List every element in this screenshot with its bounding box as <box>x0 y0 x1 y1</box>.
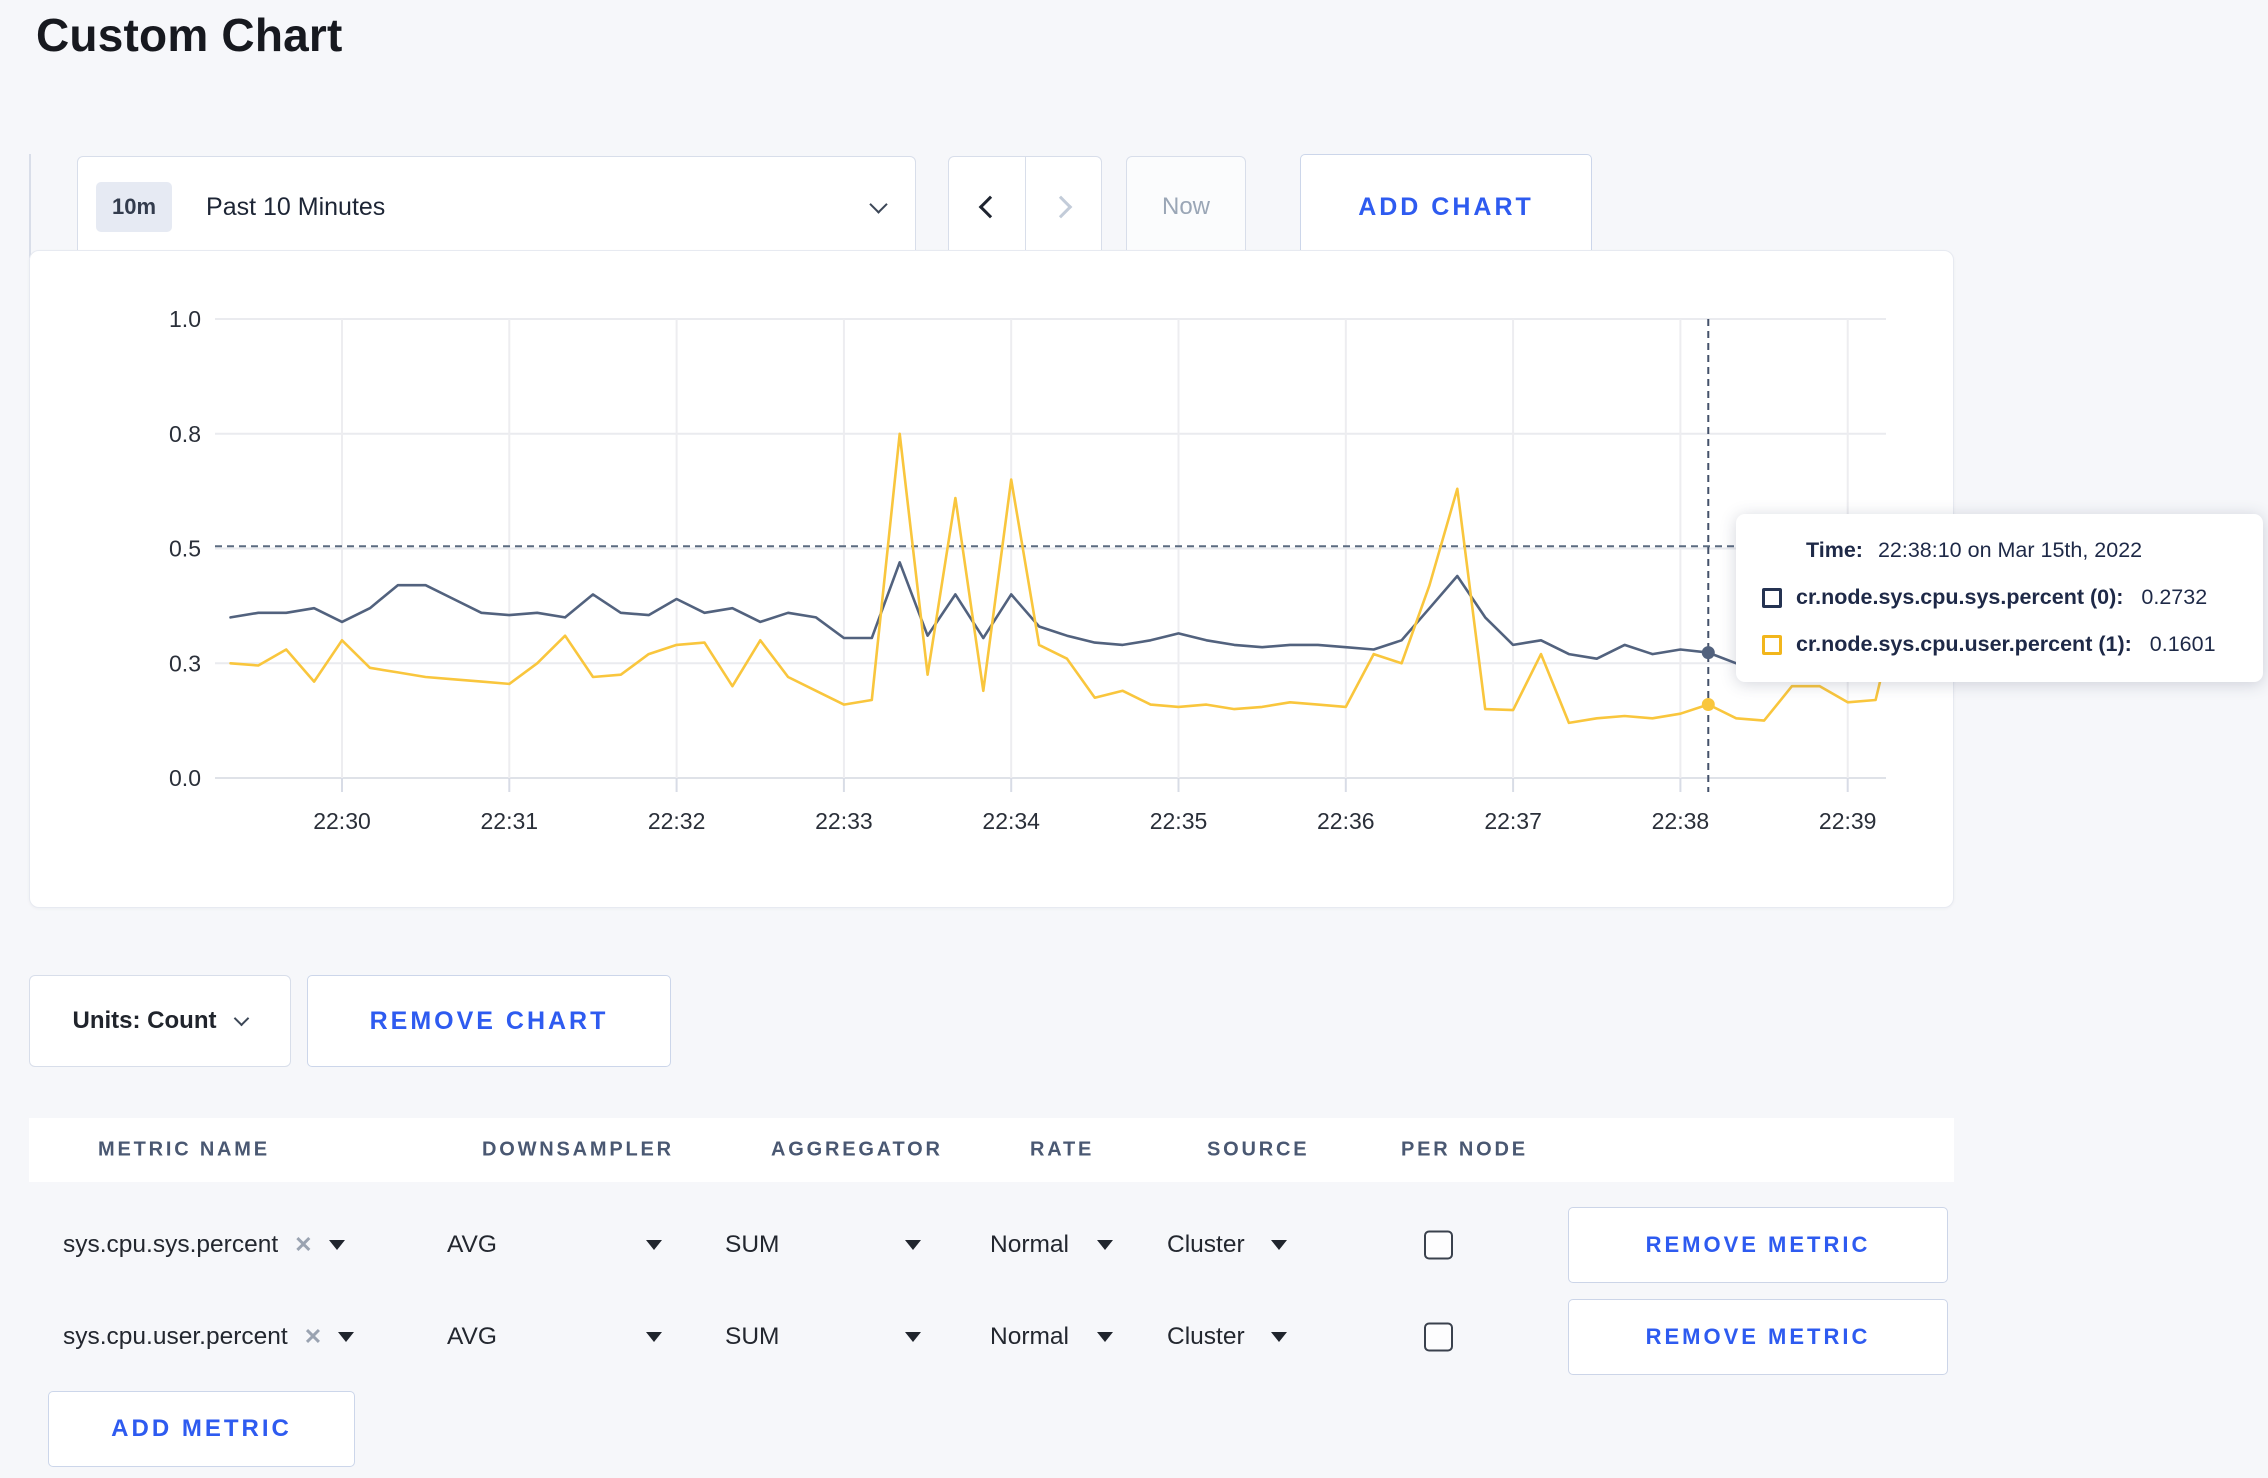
tooltip-series-user-name: cr.node.sys.cpu.user.percent (1): <box>1796 632 2132 656</box>
source-value: Cluster <box>1167 1323 1245 1350</box>
add-metric-label: ADD METRIC <box>111 1415 292 1442</box>
svg-text:0.0: 0.0 <box>169 765 201 791</box>
tooltip-series-sys-value: 0.2732 <box>2141 585 2208 609</box>
remove-metric-button[interactable]: REMOVE METRIC <box>1568 1207 1948 1283</box>
caret-down-icon <box>1271 1240 1287 1250</box>
toolbar-divider <box>29 154 31 258</box>
metric-name-value: sys.cpu.sys.percent <box>63 1231 279 1258</box>
tooltip-series-sys-name: cr.node.sys.cpu.sys.percent (0): <box>1796 585 2124 609</box>
caret-down-icon <box>646 1332 662 1342</box>
aggregator-value: SUM <box>725 1323 780 1350</box>
chevron-left-icon <box>978 195 1002 219</box>
aggregator-select[interactable]: SUM <box>725 1231 921 1259</box>
chevron-right-icon <box>1049 195 1072 219</box>
caret-down-icon <box>1271 1332 1287 1342</box>
table-row: sys.cpu.user.percent ✕ AVG SUM Normal Cl… <box>29 1291 1954 1383</box>
rate-value: Normal <box>990 1323 1069 1350</box>
page-title: Custom Chart <box>36 9 343 61</box>
svg-text:22:30: 22:30 <box>313 808 371 834</box>
rate-select[interactable]: Normal <box>990 1231 1113 1259</box>
chevron-down-icon <box>869 194 888 214</box>
svg-text:22:38: 22:38 <box>1652 808 1710 834</box>
col-header-downsampler: DOWNSAMPLER <box>482 1138 674 1161</box>
tooltip-time-label: Time: <box>1806 538 1863 562</box>
aggregator-value: SUM <box>725 1231 780 1258</box>
units-select[interactable]: Units: Count <box>29 975 291 1067</box>
col-header-aggregator: AGGREGATOR <box>771 1138 943 1161</box>
per-node-cell <box>1424 1230 1453 1260</box>
remove-chart-button[interactable]: REMOVE CHART <box>307 975 671 1067</box>
chart-card: 0.0 0.3 0.5 0.8 1.0 22:30 22:31 22:32 22:33 22:34… <box>29 250 1954 908</box>
svg-text:22:35: 22:35 <box>1150 808 1208 834</box>
downsampler-value: AVG <box>447 1231 497 1258</box>
source-value: Cluster <box>1167 1231 1245 1258</box>
per-node-cell <box>1424 1322 1453 1352</box>
series-user-swatch-icon <box>1762 634 1782 655</box>
svg-text:0.8: 0.8 <box>169 421 201 447</box>
clear-metric-icon[interactable]: ✕ <box>304 1324 322 1350</box>
tooltip-time-value: 22:38:10 on Mar 15th, 2022 <box>1877 538 2143 562</box>
rate-value: Normal <box>990 1231 1069 1258</box>
per-node-checkbox[interactable] <box>1424 1322 1453 1352</box>
metrics-table-header: METRIC NAME DOWNSAMPLER AGGREGATOR RATE … <box>29 1118 1954 1182</box>
svg-text:1.0: 1.0 <box>169 306 201 332</box>
time-step-forward-button[interactable] <box>1025 157 1101 257</box>
svg-text:22:33: 22:33 <box>815 808 873 834</box>
svg-text:22:34: 22:34 <box>982 808 1040 834</box>
source-select[interactable]: Cluster <box>1167 1231 1287 1259</box>
add-chart-button[interactable]: ADD CHART <box>1300 154 1592 260</box>
col-header-source: SOURCE <box>1207 1138 1310 1161</box>
per-node-checkbox[interactable] <box>1424 1230 1453 1260</box>
metric-name-dropdown-caret-icon[interactable] <box>338 1332 355 1342</box>
svg-text:22:36: 22:36 <box>1317 808 1375 834</box>
remove-metric-button[interactable]: REMOVE METRIC <box>1568 1299 1948 1375</box>
caret-down-icon <box>1097 1240 1113 1250</box>
col-header-metric-name: METRIC NAME <box>98 1138 270 1161</box>
add-metric-button[interactable]: ADD METRIC <box>48 1391 355 1467</box>
time-step-button-group <box>948 156 1102 258</box>
downsampler-value: AVG <box>447 1323 497 1350</box>
downsampler-select[interactable]: AVG <box>447 1231 662 1259</box>
chart-tooltip: Time: 22:38:10 on Mar 15th, 2022 cr.node… <box>1736 514 2263 682</box>
aggregator-select[interactable]: SUM <box>725 1323 921 1351</box>
svg-text:0.5: 0.5 <box>169 536 201 562</box>
col-header-per-node: PER NODE <box>1401 1138 1528 1161</box>
series-sys-swatch-icon <box>1762 587 1782 608</box>
remove-chart-label: REMOVE CHART <box>369 1006 609 1035</box>
units-select-label: Units: Count <box>72 1007 217 1034</box>
now-button[interactable]: Now <box>1126 156 1246 258</box>
caret-down-icon <box>1097 1332 1113 1342</box>
source-select[interactable]: Cluster <box>1167 1323 1287 1351</box>
rate-select[interactable]: Normal <box>990 1323 1113 1351</box>
caret-down-icon <box>905 1240 921 1250</box>
metric-name-value: sys.cpu.user.percent <box>63 1323 288 1350</box>
time-range-select[interactable]: 10m Past 10 Minutes <box>77 156 916 258</box>
clear-metric-icon[interactable]: ✕ <box>294 1232 312 1258</box>
chevron-down-icon <box>234 1010 250 1026</box>
metric-name-dropdown-caret-icon[interactable] <box>328 1240 345 1250</box>
downsampler-select[interactable]: AVG <box>447 1323 662 1351</box>
time-range-badge: 10m <box>96 182 173 232</box>
svg-text:22:31: 22:31 <box>481 808 539 834</box>
time-range-label: Past 10 Minutes <box>206 192 386 221</box>
svg-text:22:32: 22:32 <box>648 808 706 834</box>
svg-text:22:39: 22:39 <box>1819 808 1877 834</box>
caret-down-icon <box>646 1240 662 1250</box>
chart-svg[interactable]: 0.0 0.3 0.5 0.8 1.0 22:30 22:31 22:32 22:33 22:34… <box>30 251 1955 909</box>
svg-text:0.3: 0.3 <box>169 650 201 676</box>
remove-metric-label: REMOVE METRIC <box>1645 1232 1871 1257</box>
remove-metric-label: REMOVE METRIC <box>1645 1324 1871 1349</box>
svg-text:22:37: 22:37 <box>1484 808 1542 834</box>
table-row: sys.cpu.sys.percent ✕ AVG SUM Normal Clu… <box>29 1199 1954 1291</box>
add-chart-label: ADD CHART <box>1358 192 1534 221</box>
tooltip-series-user-value: 0.1601 <box>2149 632 2216 656</box>
caret-down-icon <box>905 1332 921 1342</box>
now-button-label: Now <box>1161 193 1210 220</box>
time-step-back-button[interactable] <box>949 157 1025 257</box>
col-header-rate: RATE <box>1030 1138 1095 1161</box>
